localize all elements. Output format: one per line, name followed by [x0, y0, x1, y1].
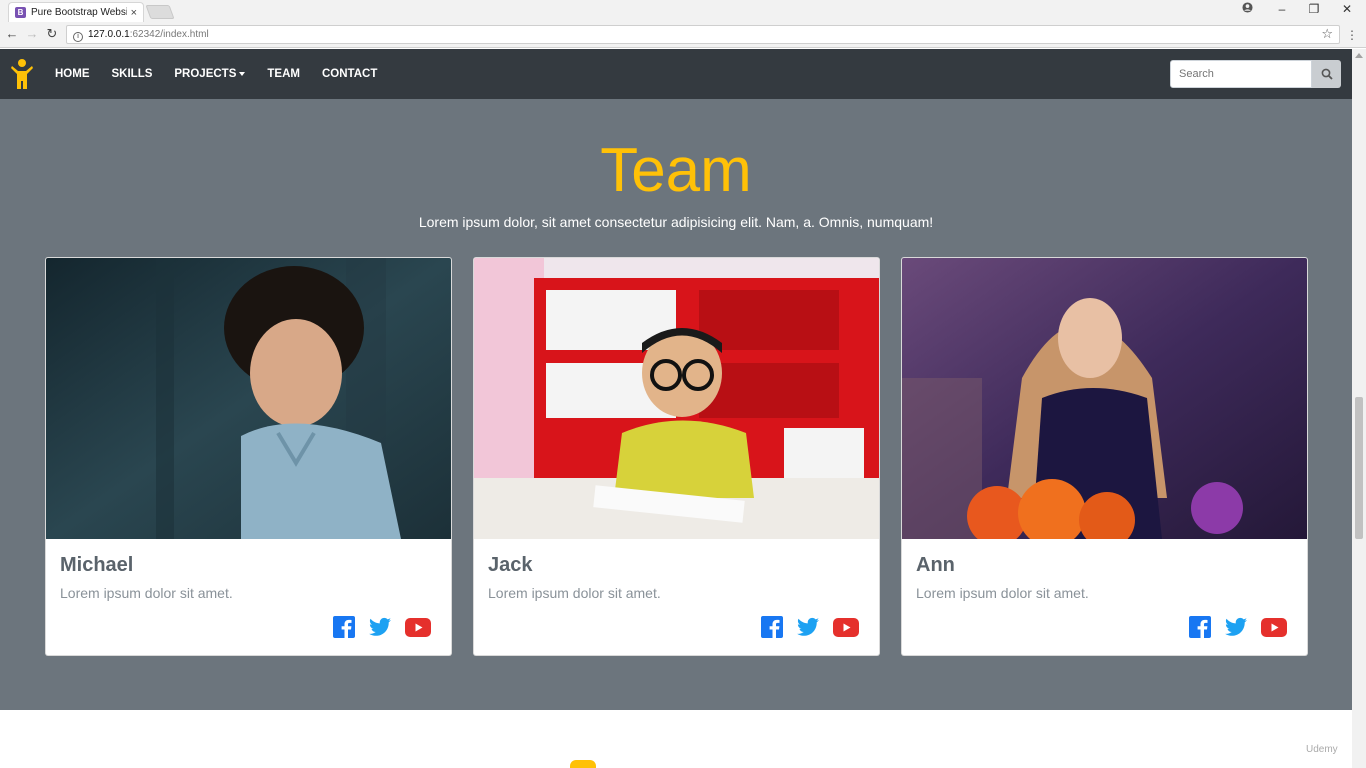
- facebook-icon[interactable]: [761, 616, 783, 638]
- browser-toolbar: ← → ↻ i 127.0.0.1:62342/index.html ☆: [0, 22, 1366, 48]
- twitter-icon[interactable]: [1225, 616, 1247, 638]
- scroll-up-arrow-icon[interactable]: [1355, 53, 1363, 58]
- new-tab-button[interactable]: [145, 5, 175, 19]
- team-photo-ann: [902, 258, 1307, 539]
- restore-icon[interactable]: ❐: [1304, 2, 1324, 16]
- forward-icon[interactable]: →: [24, 26, 40, 41]
- member-description: Lorem ipsum dolor sit amet.: [916, 585, 1089, 601]
- reload-icon[interactable]: ↻: [44, 26, 60, 42]
- twitter-icon[interactable]: [797, 616, 819, 638]
- nav-links: HOME SKILLS PROJECTS TEAM CONTACT: [55, 49, 399, 99]
- youtube-icon[interactable]: [405, 616, 431, 638]
- child-logo-icon[interactable]: [10, 58, 34, 90]
- page-scrollbar[interactable]: [1352, 49, 1366, 768]
- team-card-michael: Michael Lorem ipsum dolor sit amet.: [45, 257, 452, 656]
- browser-tab[interactable]: B Pure Bootstrap Website ×: [8, 2, 144, 22]
- facebook-icon[interactable]: [1189, 616, 1211, 638]
- search-icon: [1321, 68, 1333, 80]
- close-window-icon[interactable]: ✕: [1337, 2, 1357, 16]
- udemy-watermark: Udemy: [1306, 744, 1338, 755]
- scrollbar-thumb[interactable]: [1355, 397, 1363, 539]
- site-navbar: HOME SKILLS PROJECTS TEAM CONTACT: [0, 49, 1352, 99]
- bootstrap-favicon-icon: B: [15, 7, 26, 18]
- team-photo-jack: [474, 258, 879, 539]
- nav-projects-dropdown[interactable]: PROJECTS: [174, 68, 246, 80]
- nav-home[interactable]: HOME: [55, 68, 90, 80]
- address-bar[interactable]: i 127.0.0.1:62342/index.html ☆: [66, 25, 1340, 44]
- nav-contact[interactable]: CONTACT: [322, 68, 377, 80]
- member-name: Michael: [60, 554, 134, 576]
- tab-close-icon[interactable]: ×: [131, 7, 137, 19]
- social-links: [747, 616, 859, 638]
- minimize-icon[interactable]: –: [1272, 2, 1292, 16]
- member-name: Ann: [916, 554, 955, 576]
- member-description: Lorem ipsum dolor sit amet.: [488, 585, 661, 601]
- next-section-heading-partial: [570, 760, 596, 768]
- caret-down-icon: [239, 72, 246, 76]
- account-icon[interactable]: [1237, 2, 1257, 16]
- team-lead-text: Lorem ipsum dolor, sit amet consectetur …: [418, 214, 934, 230]
- team-section: Team Lorem ipsum dolor, sit amet consect…: [0, 99, 1352, 710]
- team-photo-michael: [46, 258, 451, 539]
- search-input[interactable]: [1170, 60, 1312, 88]
- browser-titlebar: B Pure Bootstrap Website × – ❐ ✕: [0, 0, 1366, 22]
- browser-menu-icon[interactable]: ⋮: [1346, 28, 1358, 42]
- team-heading: Team: [600, 136, 752, 205]
- bookmark-star-icon[interactable]: ☆: [1321, 25, 1333, 42]
- member-description: Lorem ipsum dolor sit amet.: [60, 585, 233, 601]
- social-links: [319, 616, 431, 638]
- site-info-icon[interactable]: i: [73, 32, 83, 42]
- facebook-icon[interactable]: [333, 616, 355, 638]
- nav-projects-label: PROJECTS: [174, 68, 237, 80]
- team-card-ann: Ann Lorem ipsum dolor sit amet.: [901, 257, 1308, 656]
- next-section: [0, 710, 1352, 768]
- url-host: 127.0.0.1: [88, 29, 130, 40]
- nav-skills[interactable]: SKILLS: [112, 68, 153, 80]
- youtube-icon[interactable]: [833, 616, 859, 638]
- search-button[interactable]: [1312, 60, 1341, 88]
- twitter-icon[interactable]: [369, 616, 391, 638]
- social-links: [1175, 616, 1287, 638]
- team-card-jack: Jack Lorem ipsum dolor sit amet.: [473, 257, 880, 656]
- youtube-icon[interactable]: [1261, 616, 1287, 638]
- member-name: Jack: [488, 554, 533, 576]
- nav-team[interactable]: TEAM: [267, 68, 300, 80]
- url-path: :62342/index.html: [129, 29, 209, 40]
- back-icon[interactable]: ←: [4, 26, 20, 41]
- tab-title: Pure Bootstrap Website: [31, 7, 127, 18]
